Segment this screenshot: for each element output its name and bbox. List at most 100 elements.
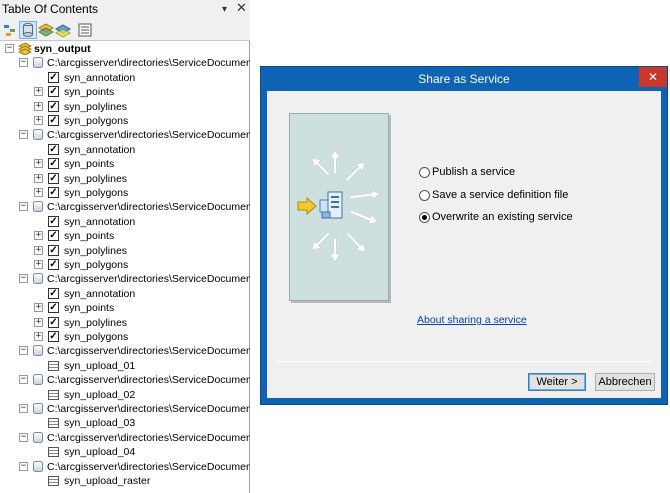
table-name: syn_upload_raster: [64, 475, 151, 487]
layer-visibility-checkbox[interactable]: ✓: [48, 158, 59, 170]
layer-row: + ✓ syn_points: [0, 301, 250, 315]
layer-name: syn_polygons: [64, 259, 129, 271]
about-sharing-link[interactable]: About sharing a service: [417, 314, 527, 326]
layer-row: + ✓ syn_polygons: [0, 330, 250, 344]
layer-visibility-checkbox[interactable]: ✓: [48, 115, 59, 126]
database-icon: [33, 57, 43, 69]
source-path-label: C:\arcgisserver\directories\ServiceDocum…: [47, 345, 250, 358]
source-group-row: − C:\arcgisserver\directories\ServiceDocu…: [0, 344, 250, 358]
layer-name: syn_annotation: [64, 287, 136, 300]
database-icon: [33, 460, 43, 472]
layer-row: + ✓ syn_polygons: [0, 114, 250, 128]
source-path-label: C:\arcgisserver\directories\ServiceDocum…: [47, 201, 250, 214]
layer-visibility-checkbox[interactable]: ✓: [48, 316, 59, 328]
expand-toggle[interactable]: +: [34, 101, 43, 111]
close-icon[interactable]: ✕: [639, 67, 667, 87]
list-by-source-icon[interactable]: [19, 21, 37, 39]
cancel-button[interactable]: Abbrechen: [595, 373, 655, 391]
layer-visibility-checkbox[interactable]: ✓: [48, 244, 59, 256]
layer-visibility-checkbox[interactable]: ✓: [48, 259, 59, 270]
list-by-drawing-order-icon[interactable]: [3, 22, 19, 38]
source-path-label: C:\arcgisserver\directories\ServiceDocum…: [47, 57, 250, 70]
overwrite-service-label: Overwrite an existing service: [432, 211, 573, 223]
expand-toggle[interactable]: +: [34, 231, 43, 241]
collapse-toggle[interactable]: −: [19, 432, 28, 442]
layer-name: syn_points: [64, 230, 115, 243]
table-name: syn_upload_04: [64, 446, 136, 459]
layer-name: syn_annotation: [64, 143, 136, 156]
expand-toggle[interactable]: +: [34, 303, 43, 313]
layer-visibility-checkbox[interactable]: ✓: [48, 331, 59, 342]
database-icon: [33, 431, 43, 443]
layer-visibility-checkbox[interactable]: ✓: [48, 187, 59, 198]
close-icon[interactable]: ✕: [236, 1, 247, 16]
save-service-definition-label: Save a service definition file: [432, 189, 569, 201]
expand-toggle[interactable]: +: [34, 173, 43, 183]
collapse-toggle[interactable]: −: [5, 44, 14, 53]
layer-name: syn_polylines: [64, 316, 128, 329]
source-group-row: − C:\arcgisserver\directories\ServiceDocu…: [0, 128, 250, 142]
layer-visibility-checkbox[interactable]: ✓: [48, 143, 59, 155]
expand-toggle[interactable]: +: [34, 116, 43, 125]
table-row: syn_upload_02: [0, 388, 250, 402]
database-icon: [33, 201, 43, 213]
layer-visibility-checkbox[interactable]: ✓: [48, 215, 59, 227]
toc-title-bar: Table Of Contents ▾ ✕: [0, 0, 250, 20]
table-of-contents-panel: Table Of Contents ▾ ✕ − syn_output − C:\arc…: [0, 0, 250, 493]
source-path-label: C:\arcgisserver\directories\ServiceDocum…: [47, 273, 250, 286]
publish-service-label: Publish a service: [432, 166, 516, 178]
layer-row: + ✓ syn_points: [0, 157, 250, 171]
options-icon[interactable]: [77, 22, 93, 38]
expand-toggle[interactable]: +: [34, 87, 43, 97]
collapse-toggle[interactable]: −: [19, 130, 28, 140]
collapse-toggle[interactable]: −: [19, 404, 28, 413]
database-icon: [33, 374, 43, 386]
source-group-row: − C:\arcgisserver\directories\ServiceDocu…: [0, 200, 250, 214]
expand-toggle[interactable]: +: [34, 332, 43, 341]
layer-name: syn_polygons: [64, 331, 129, 343]
layer-visibility-checkbox[interactable]: ✓: [48, 86, 59, 98]
list-by-visibility-icon[interactable]: [37, 22, 55, 38]
radio-circle[interactable]: [419, 212, 430, 223]
expand-toggle[interactable]: +: [34, 317, 43, 327]
layer-name: syn_points: [64, 86, 115, 99]
source-path-label: C:\arcgisserver\directories\ServiceDocum…: [47, 374, 250, 387]
next-button[interactable]: Weiter >: [528, 373, 586, 391]
source-group-row: − C:\arcgisserver\directories\ServiceDocu…: [0, 56, 250, 70]
expand-toggle[interactable]: +: [34, 245, 43, 255]
collapse-toggle[interactable]: −: [19, 58, 28, 68]
layer-visibility-checkbox[interactable]: ✓: [48, 302, 59, 314]
expand-toggle[interactable]: +: [34, 260, 43, 269]
layer-row: + ✓ syn_polylines: [0, 172, 250, 186]
table-icon: [48, 447, 59, 458]
layer-name: syn_polygons: [64, 115, 129, 127]
radio-circle[interactable]: [419, 167, 430, 178]
collapse-toggle[interactable]: −: [19, 375, 28, 385]
toc-tree: − syn_output − C:\arcgisserver\directories\…: [0, 41, 250, 493]
source-path-label: C:\arcgisserver\directories\ServiceDocum…: [47, 460, 250, 473]
pin-icon[interactable]: ▾: [222, 4, 227, 15]
table-icon: [48, 476, 59, 486]
layer-row: + ✓ syn_polygons: [0, 258, 250, 272]
tree-root-row: − syn_output: [0, 42, 250, 56]
radio-circle[interactable]: [419, 190, 430, 201]
layer-visibility-checkbox[interactable]: ✓: [48, 100, 59, 112]
collapse-toggle[interactable]: −: [19, 346, 28, 356]
table-name: syn_upload_02: [64, 388, 136, 401]
source-path-label: C:\arcgisserver\directories\ServiceDocum…: [47, 129, 250, 142]
database-icon: [33, 129, 43, 141]
layer-visibility-checkbox[interactable]: ✓: [48, 71, 59, 83]
layer-visibility-checkbox[interactable]: ✓: [48, 287, 59, 299]
collapse-toggle[interactable]: −: [19, 461, 28, 471]
expand-toggle[interactable]: +: [34, 188, 43, 197]
layer-visibility-checkbox[interactable]: ✓: [48, 172, 59, 184]
collapse-toggle[interactable]: −: [19, 274, 28, 284]
layer-row: ✓ syn_annotation: [0, 287, 250, 301]
expand-toggle[interactable]: +: [34, 159, 43, 169]
toc-title: Table Of Contents: [2, 2, 99, 16]
collapse-toggle[interactable]: −: [19, 202, 28, 212]
list-by-selection-icon[interactable]: [54, 22, 72, 38]
layer-visibility-checkbox[interactable]: ✓: [48, 230, 59, 242]
table-row: syn_upload_01: [0, 359, 250, 373]
layer-row: + ✓ syn_polylines: [0, 100, 250, 114]
